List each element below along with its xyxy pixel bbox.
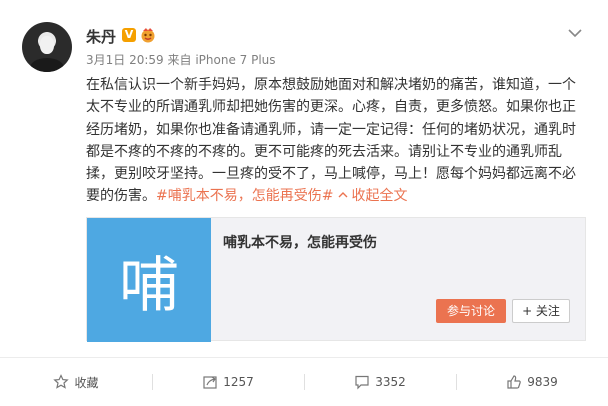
- avatar[interactable]: [22, 22, 72, 72]
- member-badge-icon: [141, 28, 155, 43]
- favorite-label: 收藏: [74, 375, 99, 390]
- chevron-up-icon: [338, 192, 348, 198]
- avatar-face: [40, 36, 54, 54]
- post-source: 来自 iPhone 7 Plus: [167, 53, 276, 67]
- topic-card-image: 哺: [87, 218, 211, 342]
- join-discussion-button[interactable]: 参与讨论: [436, 299, 506, 323]
- hashtag-link[interactable]: #哺乳本不易，怎能再受伤#: [156, 188, 333, 204]
- topic-card[interactable]: 哺 哺乳本不易，怎能再受伤 参与讨论 + 关注: [86, 217, 586, 342]
- post-text-line: 经历堵奶，如果你也准备请通乳师，请一定一定记得：任何的堵奶状况，通乳时: [86, 121, 576, 138]
- thumbs-up-icon: [507, 375, 521, 389]
- collapse-label: 收起全文: [351, 188, 408, 205]
- post-text-line: 揉，更别咬牙坚持。一旦疼的受不了，马上喊停，马上！愿每个妈妈都远离不必: [86, 166, 576, 183]
- post-text-tail: 要的伤害。: [86, 188, 156, 205]
- follow-button[interactable]: + 关注: [512, 299, 570, 323]
- star-icon: [53, 374, 70, 389]
- share-count: 1257: [223, 375, 254, 389]
- like-count: 9839: [527, 375, 558, 389]
- topic-card-title[interactable]: 哺乳本不易，怎能再受伤: [223, 232, 377, 252]
- post-meta: 3月1日 20:59 来自 iPhone 7 Plus: [86, 51, 276, 68]
- post-timestamp[interactable]: 3月1日 20:59: [86, 53, 164, 67]
- author-name[interactable]: 朱丹: [86, 26, 116, 47]
- avatar-shoulder: [30, 58, 64, 72]
- weibo-post: 朱丹 V 3月1日 20:59 来自 iPhone 7 Plus 在私信认识一个…: [0, 0, 608, 406]
- post-text-last-line: 要的伤害。#哺乳本不易，怎能再受伤# 收起全文: [86, 185, 594, 207]
- share-button[interactable]: 1257: [152, 358, 304, 406]
- post-text-line: 在私信认识一个新手妈妈，原本想鼓励她面对和解决堵奶的痛苦，谁知道，一个: [86, 77, 576, 93]
- favorite-button[interactable]: 收藏: [0, 358, 152, 406]
- comment-icon: [355, 375, 369, 390]
- verified-v-icon: V: [122, 28, 136, 42]
- comment-button[interactable]: 3352: [304, 358, 456, 406]
- chevron-down-icon[interactable]: [568, 28, 582, 38]
- post-text-line: 都是不疼的不疼的不疼的。更不可能疼的死去活来。请别让不专业的通乳师乱: [86, 143, 562, 160]
- post-text: 在私信认识一个新手妈妈，原本想鼓励她面对和解决堵奶的痛苦，谁知道，一个 太不专业…: [86, 74, 594, 208]
- comment-count: 3352: [375, 375, 406, 389]
- like-button[interactable]: 9839: [456, 358, 608, 406]
- collapse-link[interactable]: 收起全文: [333, 188, 407, 204]
- action-bar: 收藏 1257 3352 9839: [0, 358, 608, 406]
- share-icon: [203, 376, 217, 389]
- post-text-line: 太不专业的所谓通乳师却把她伤害的更深。心疼，自责，更多愤怒。如果你也正: [86, 99, 576, 116]
